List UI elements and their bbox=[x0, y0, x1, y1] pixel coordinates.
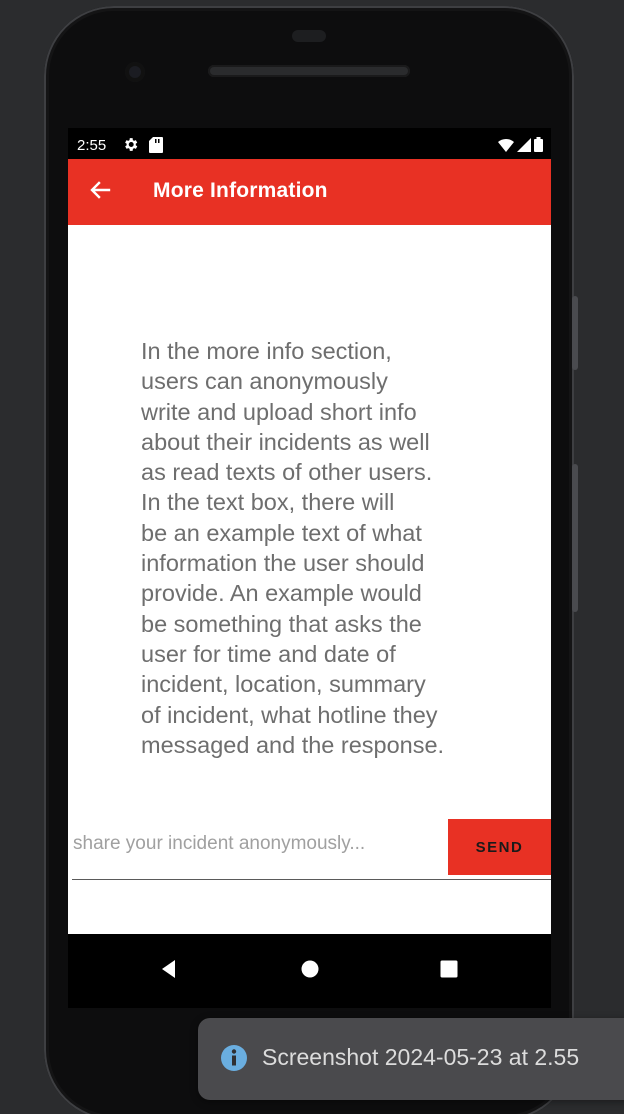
earpiece bbox=[292, 30, 326, 42]
gear-icon bbox=[122, 136, 139, 157]
power-button bbox=[572, 296, 578, 370]
info-icon bbox=[220, 1044, 248, 1072]
signal-icon bbox=[517, 137, 531, 156]
incident-input-wrapper bbox=[72, 818, 446, 880]
sd-card-icon bbox=[149, 136, 163, 157]
send-button[interactable]: SEND bbox=[448, 819, 551, 875]
nav-back-button[interactable] bbox=[154, 956, 184, 986]
battery-icon bbox=[534, 137, 543, 156]
status-icons-left bbox=[122, 136, 163, 157]
nav-back-icon bbox=[159, 959, 179, 984]
input-underline bbox=[72, 879, 551, 880]
status-bar: 2:55 bbox=[68, 128, 551, 159]
toast-text: Screenshot 2024-05-23 at 2.55 bbox=[262, 1044, 580, 1070]
status-icons-right bbox=[498, 137, 543, 156]
phone-screen: 2:55 More Information In the more info s… bbox=[68, 128, 551, 1008]
front-camera bbox=[125, 62, 145, 82]
volume-button bbox=[572, 464, 578, 612]
nav-recents-icon bbox=[439, 959, 459, 984]
nav-recents-button[interactable] bbox=[434, 956, 464, 986]
screenshot-toast[interactable]: Screenshot 2024-05-23 at 2.55 bbox=[198, 1018, 624, 1100]
incident-input[interactable] bbox=[72, 818, 446, 880]
desktop-background: 2:55 More Information In the more info s… bbox=[0, 0, 624, 1114]
nav-home-button[interactable] bbox=[295, 956, 325, 986]
back-button[interactable] bbox=[86, 178, 114, 206]
app-bar: More Information bbox=[68, 159, 551, 225]
content-area: In the more info section, users can anon… bbox=[68, 225, 551, 934]
info-description: In the more info section, users can anon… bbox=[141, 338, 445, 758]
nav-home-icon bbox=[300, 959, 320, 984]
status-time: 2:55 bbox=[77, 137, 107, 154]
wifi-icon bbox=[498, 138, 514, 156]
page-title: More Information bbox=[153, 179, 328, 202]
back-arrow-icon bbox=[89, 180, 111, 205]
navigation-bar bbox=[68, 934, 551, 1008]
speaker-grille bbox=[208, 65, 410, 77]
